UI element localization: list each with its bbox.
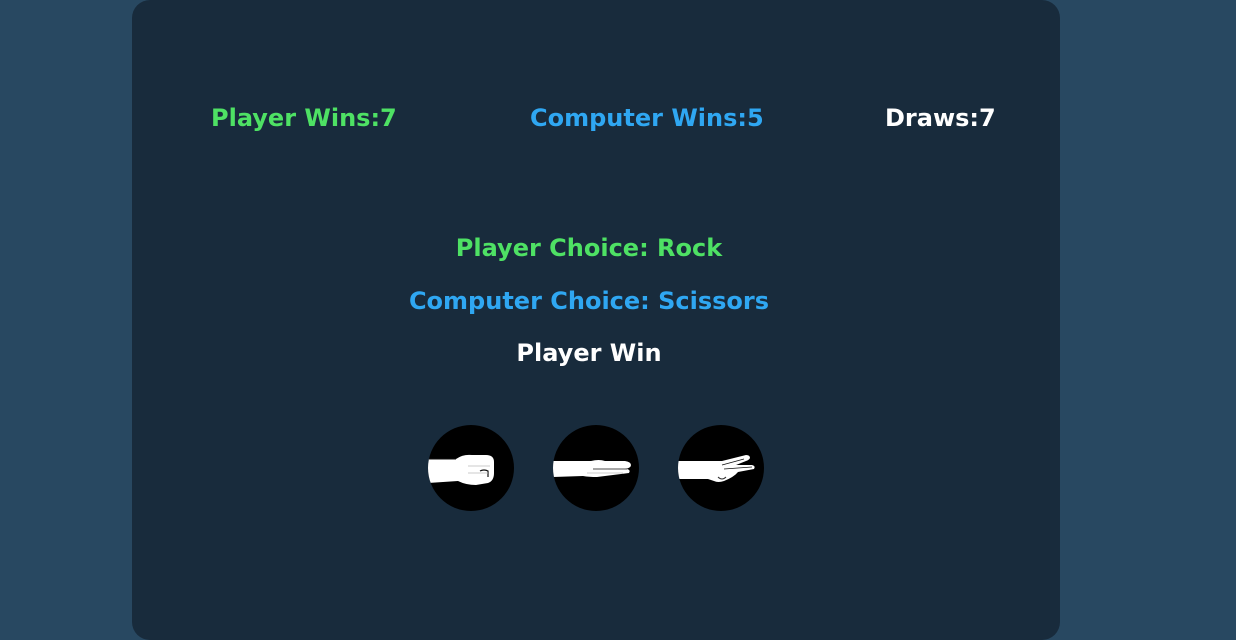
- computer-wins-score: Computer Wins:5: [530, 104, 764, 132]
- rock-hand-icon: [428, 454, 494, 485]
- rock-button[interactable]: [428, 425, 514, 511]
- draws-score: Draws:7: [885, 104, 996, 132]
- scissors-button[interactable]: [678, 425, 764, 511]
- round-result-text: Player Win: [516, 339, 662, 367]
- paper-hand-icon: [553, 460, 631, 477]
- game-panel: Player Wins:7 Computer Wins:5 Draws:7 Pl…: [132, 0, 1060, 640]
- paper-button[interactable]: [553, 425, 639, 511]
- scissors-hand-icon: [678, 455, 755, 482]
- player-choice-text: Player Choice: Rock: [455, 234, 723, 262]
- player-wins-score: Player Wins:7: [211, 104, 397, 132]
- computer-choice-text: Computer Choice: Scissors: [408, 287, 770, 315]
